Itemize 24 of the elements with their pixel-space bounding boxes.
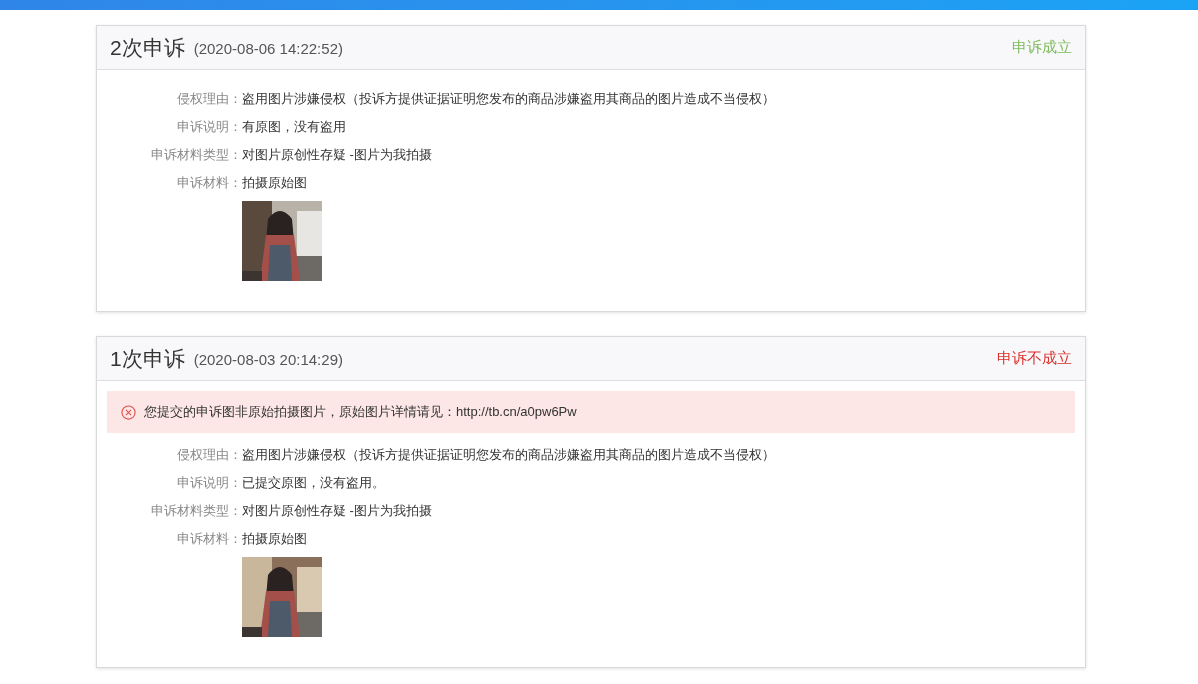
field-value: 对图片原创性存疑 -图片为我拍摄 <box>242 501 432 520</box>
notice-text: 您提交的申诉图非原始拍摄图片，原始图片详情请见：http://tb.cn/a0pw6Pw <box>144 403 577 422</box>
field-value: 拍摄原始图 <box>242 529 307 548</box>
field-label: 申诉材料类型： <box>150 145 242 164</box>
field-value: 有原图，没有盗用 <box>242 117 346 136</box>
field-label: 申诉材料： <box>176 173 242 192</box>
field-label: 侵权理由： <box>176 445 242 464</box>
appeal-title: 1次申诉 <box>110 345 185 372</box>
field-value: 已提交原图，没有盗用。 <box>242 473 385 492</box>
error-icon <box>121 404 136 420</box>
appeal-status: 申诉不成立 <box>997 348 1072 369</box>
field-label: 申诉材料： <box>176 529 242 548</box>
field-label: 侵权理由： <box>176 89 242 108</box>
appeal-time: (2020-08-06 14:22:52) <box>193 38 343 59</box>
appeal-title: 2次申诉 <box>110 34 185 61</box>
field-value: 对图片原创性存疑 -图片为我拍摄 <box>242 145 432 164</box>
field-label: 申诉材料类型： <box>150 501 242 520</box>
field-label: 申诉说明： <box>176 117 242 136</box>
field-value: 盗用图片涉嫌侵权（投诉方提供证据证明您发布的商品涉嫌盗用其商品的图片造成不当侵权） <box>242 445 775 464</box>
field-value: 盗用图片涉嫌侵权（投诉方提供证据证明您发布的商品涉嫌盗用其商品的图片造成不当侵权） <box>242 89 775 108</box>
appeal-time: (2020-08-03 20:14:29) <box>193 349 343 370</box>
field-label: 申诉说明： <box>176 473 242 492</box>
field-value: 拍摄原始图 <box>242 173 307 192</box>
appeal-status: 申诉成立 <box>1012 37 1072 58</box>
